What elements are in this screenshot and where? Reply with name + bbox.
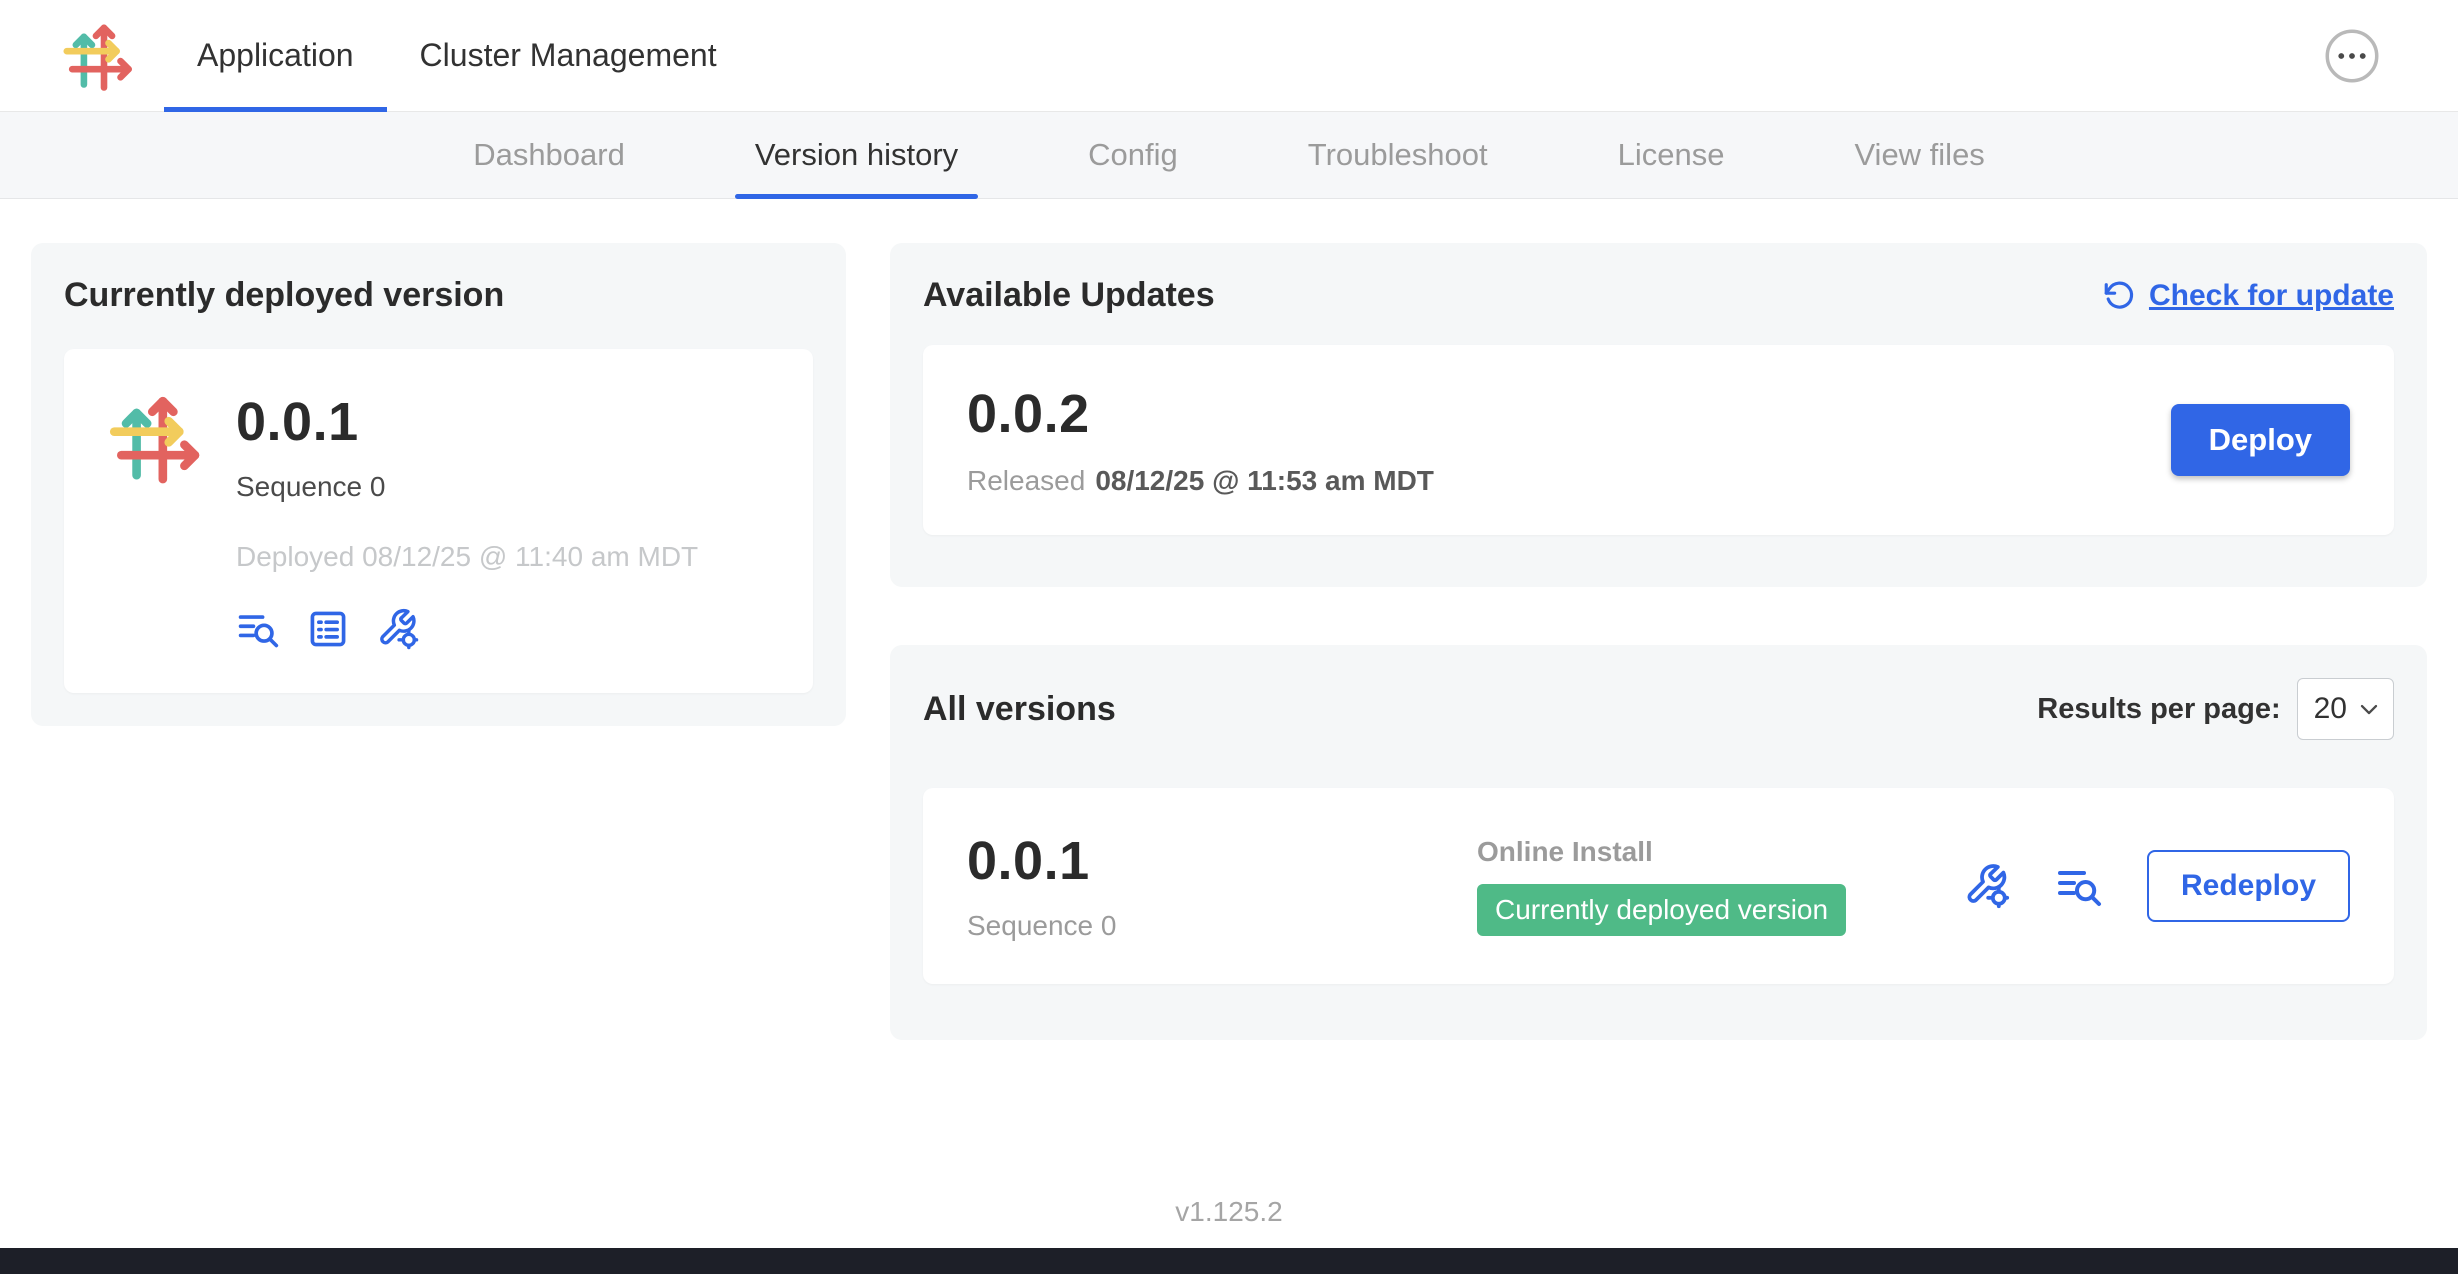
results-per-page-select[interactable]: 20: [2297, 678, 2394, 740]
deploy-button[interactable]: Deploy: [2171, 404, 2350, 476]
subnav-tab-troubleshoot[interactable]: Troubleshoot: [1288, 112, 1508, 198]
all-versions-header: All versions Results per page: 20: [923, 678, 2394, 740]
released-label: Released: [967, 465, 1085, 496]
deployed-version-number: 0.0.1: [236, 391, 698, 453]
check-for-update-link[interactable]: Check for update: [2101, 278, 2394, 314]
version-row-info: 0.0.1 Sequence 0: [967, 830, 1477, 942]
overflow-menu-button[interactable]: [2324, 28, 2380, 84]
version-row: 0.0.1 Sequence 0 Online Install Currentl…: [923, 788, 2394, 984]
currently-deployed-badge: Currently deployed version: [1477, 884, 1846, 936]
view-diff-icon[interactable]: [2055, 862, 2103, 910]
update-version-number: 0.0.2: [967, 383, 1434, 445]
subnav-tab-troubleshoot-label: Troubleshoot: [1308, 137, 1488, 173]
tab-application-label: Application: [197, 37, 354, 74]
subnav-tab-license-label: License: [1618, 137, 1725, 173]
update-details: 0.0.2 Released 08/12/25 @ 11:53 am MDT: [967, 383, 1434, 497]
results-per-page-label: Results per page:: [2037, 693, 2280, 726]
released-date: 08/12/25 @ 11:53 am MDT: [1095, 465, 1434, 496]
view-diff-icon[interactable]: [236, 607, 280, 651]
deployed-sequence: Sequence 0: [236, 471, 698, 503]
subnav-tab-dashboard[interactable]: Dashboard: [453, 112, 645, 198]
subnav-tab-dashboard-label: Dashboard: [473, 137, 625, 173]
subnav-tab-version-history-label: Version history: [755, 137, 958, 173]
deployed-timestamp: Deployed 08/12/25 @ 11:40 am MDT: [236, 541, 698, 573]
redeploy-button[interactable]: Redeploy: [2147, 850, 2350, 922]
deployed-version-panel: 0.0.1 Sequence 0 Deployed 08/12/25 @ 11:…: [64, 349, 813, 693]
right-column: Available Updates Check for update 0.0.2: [890, 243, 2427, 1040]
edit-config-icon[interactable]: [1963, 862, 2011, 910]
tab-cluster-management[interactable]: Cluster Management: [387, 0, 750, 111]
top-navbar: Application Cluster Management: [0, 0, 2458, 112]
available-updates-title: Available Updates: [923, 276, 1215, 315]
ellipsis-icon: [2324, 28, 2380, 84]
available-updates-card: Available Updates Check for update 0.0.2: [890, 243, 2427, 587]
subnav-tab-config-label: Config: [1088, 137, 1178, 173]
version-row-status: Online Install Currently deployed versio…: [1477, 836, 1933, 936]
app-logo-icon: [108, 391, 202, 651]
edit-config-icon[interactable]: [376, 607, 420, 651]
available-updates-header: Available Updates Check for update: [923, 276, 2394, 315]
check-for-update-label: Check for update: [2149, 279, 2394, 313]
results-per-page-value: 20: [2314, 692, 2347, 726]
currently-deployed-card: Currently deployed version 0.0.1 Sequenc…: [31, 243, 846, 726]
deployed-version-details: 0.0.1 Sequence 0 Deployed 08/12/25 @ 11:…: [236, 391, 698, 651]
results-per-page: Results per page: 20: [2037, 678, 2394, 740]
subnav-tab-config[interactable]: Config: [1068, 112, 1198, 198]
chevron-down-icon: [2355, 695, 2383, 723]
subnav-tab-view-files-label: View files: [1854, 137, 1984, 173]
main-content: Currently deployed version 0.0.1 Sequenc…: [0, 199, 2458, 1040]
update-row: 0.0.2 Released 08/12/25 @ 11:53 am MDT De…: [923, 345, 2394, 535]
version-row-actions: Redeploy: [1963, 850, 2350, 922]
all-versions-title: All versions: [923, 690, 1116, 729]
bottom-bar: [0, 1248, 2458, 1274]
app-logo-icon: [62, 0, 134, 111]
install-type-label: Online Install: [1477, 836, 1933, 868]
release-timestamp: Released 08/12/25 @ 11:53 am MDT: [967, 465, 1434, 497]
all-versions-card: All versions Results per page: 20: [890, 645, 2427, 1040]
refresh-icon: [2101, 278, 2137, 314]
deployed-actions: [236, 607, 698, 651]
deployed-card-title: Currently deployed version: [64, 276, 813, 315]
tab-cluster-management-label: Cluster Management: [420, 37, 717, 74]
row-sequence: Sequence 0: [967, 910, 1477, 942]
top-tabs: Application Cluster Management: [164, 0, 750, 111]
tab-application[interactable]: Application: [164, 0, 387, 111]
subnav-tab-version-history[interactable]: Version history: [735, 112, 978, 198]
row-version-number: 0.0.1: [967, 830, 1477, 892]
subnav-tab-view-files[interactable]: View files: [1834, 112, 2004, 198]
app-subnav: Dashboard Version history Config Trouble…: [0, 112, 2458, 199]
subnav-tab-license[interactable]: License: [1598, 112, 1745, 198]
console-version-label: v1.125.2: [0, 1196, 2458, 1228]
preflight-checks-icon[interactable]: [306, 607, 350, 651]
